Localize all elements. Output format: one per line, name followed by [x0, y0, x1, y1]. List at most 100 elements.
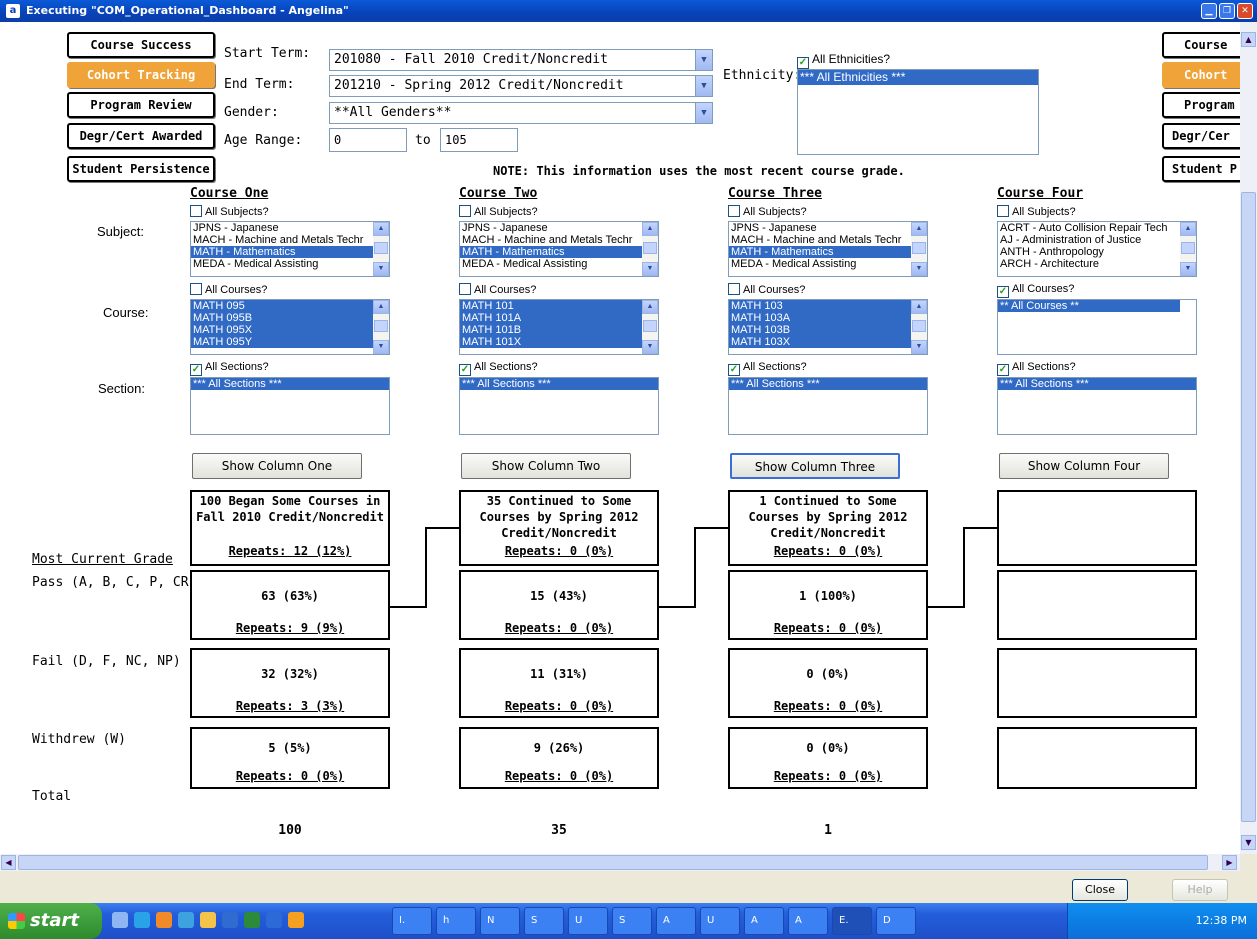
taskbar-item[interactable]: A — [656, 907, 696, 935]
show-column-button[interactable]: Show Column Four — [999, 453, 1169, 479]
scroll-down-arrow-icon[interactable]: ▼ — [373, 262, 389, 276]
course-option[interactable]: MATH 095Y — [191, 336, 373, 348]
scroll-up-arrow-icon[interactable]: ▲ — [373, 300, 389, 314]
course-option[interactable]: MATH 103B — [729, 324, 911, 336]
section-option[interactable]: *** All Sections *** — [729, 378, 927, 390]
app-icon[interactable] — [288, 912, 304, 928]
nav-right-student-persistence[interactable]: Student P — [1162, 156, 1240, 182]
nav-course-success[interactable]: Course Success — [67, 32, 215, 58]
scroll-up-arrow-icon[interactable]: ▲ — [911, 222, 927, 236]
subject-option[interactable]: JPNS - Japanese — [729, 222, 911, 234]
app-icon[interactable] — [244, 912, 260, 928]
desktop-icon[interactable] — [112, 912, 128, 928]
all-subjects-checkbox[interactable]: All Subjects? — [190, 205, 269, 218]
section-option[interactable]: *** All Sections *** — [191, 378, 389, 390]
checkbox-checked-icon[interactable]: ✓ — [997, 364, 1009, 376]
subject-option[interactable]: ACRT - Auto Collision Repair Tech — [998, 222, 1180, 234]
start-button[interactable]: start — [0, 903, 102, 939]
section-listbox[interactable]: *** All Sections *** — [190, 377, 390, 435]
horizontal-scrollbar[interactable]: ◀ ▶ — [0, 854, 1240, 871]
listbox-scrollbar[interactable]: ▲ ▼ — [911, 222, 927, 276]
scroll-up-arrow-icon[interactable]: ▲ — [642, 300, 658, 314]
all-sections-checkbox[interactable]: ✓ All Sections? — [190, 361, 269, 376]
minimize-button[interactable]: ▁ — [1201, 3, 1217, 19]
taskbar-item[interactable]: S — [612, 907, 652, 935]
scroll-thumb[interactable] — [912, 320, 926, 332]
scroll-thumb[interactable] — [374, 242, 388, 254]
all-sections-checkbox[interactable]: ✓ All Sections? — [728, 361, 807, 376]
section-listbox[interactable]: *** All Sections *** — [997, 377, 1197, 435]
course-listbox[interactable]: MATH 101 MATH 101A MATH 101B MATH 101X ▲ ▼ — [459, 299, 659, 355]
section-listbox[interactable]: *** All Sections *** — [728, 377, 928, 435]
nav-degr-cert-awarded[interactable]: Degr/Cert Awarded — [67, 123, 215, 149]
restore-button[interactable]: ❐ — [1219, 3, 1235, 19]
subject-listbox[interactable]: JPNS - Japanese MACH - Machine and Metals… — [728, 221, 928, 277]
help-button[interactable]: Help — [1172, 879, 1228, 901]
taskbar-item[interactable]: E. — [832, 907, 872, 935]
scroll-thumb[interactable] — [374, 320, 388, 332]
course-option[interactable]: MATH 103 — [729, 300, 911, 312]
all-courses-checkbox[interactable]: ✓ All Courses? — [997, 283, 1074, 298]
section-listbox[interactable]: *** All Sections *** — [459, 377, 659, 435]
ethnicity-option[interactable]: *** All Ethnicities *** — [798, 70, 1038, 85]
taskbar-item[interactable]: S — [524, 907, 564, 935]
all-subjects-checkbox[interactable]: All Subjects? — [459, 205, 538, 218]
all-sections-checkbox[interactable]: ✓ All Sections? — [459, 361, 538, 376]
course-option[interactable]: MATH 095B — [191, 312, 373, 324]
nav-right-degr-cert[interactable]: Degr/Cer — [1162, 123, 1240, 149]
scroll-down-arrow-icon[interactable]: ▼ — [642, 340, 658, 354]
all-subjects-checkbox[interactable]: All Subjects? — [997, 205, 1076, 218]
app-icon[interactable] — [222, 912, 238, 928]
taskbar-item[interactable]: U — [568, 907, 608, 935]
taskbar-item[interactable]: A — [788, 907, 828, 935]
nav-program-review[interactable]: Program Review — [67, 92, 215, 118]
subject-option[interactable]: MATH - Mathematics — [729, 246, 911, 258]
vertical-scrollbar[interactable]: ▲ ▼ — [1240, 22, 1257, 854]
subject-option[interactable]: ARCH - Architecture — [998, 258, 1180, 270]
course-option[interactable]: MATH 095 — [191, 300, 373, 312]
media-icon[interactable] — [178, 912, 194, 928]
course-listbox[interactable]: ** All Courses ** — [997, 299, 1197, 355]
taskbar-item[interactable]: U — [700, 907, 740, 935]
scroll-down-arrow-icon[interactable]: ▼ — [373, 340, 389, 354]
taskbar-item[interactable]: D — [876, 907, 916, 935]
start-term-select[interactable]: 201080 - Fall 2010 Credit/Noncredit ▼ — [329, 49, 713, 71]
listbox-scrollbar[interactable]: ▲ ▼ — [642, 300, 658, 354]
checkbox-checked-icon[interactable]: ✓ — [459, 364, 471, 376]
section-option[interactable]: *** All Sections *** — [460, 378, 658, 390]
course-option[interactable]: ** All Courses ** — [998, 300, 1180, 312]
subject-listbox[interactable]: JPNS - Japanese MACH - Machine and Metals… — [190, 221, 390, 277]
scroll-right-arrow-icon[interactable]: ▶ — [1222, 855, 1237, 870]
all-subjects-checkbox[interactable]: All Subjects? — [728, 205, 807, 218]
subject-option[interactable]: MATH - Mathematics — [460, 246, 642, 258]
nav-right-cohort[interactable]: Cohort — [1162, 62, 1240, 88]
subject-option[interactable]: MATH - Mathematics — [191, 246, 373, 258]
horizontal-scroll-thumb[interactable] — [18, 855, 1208, 870]
subject-option[interactable]: MEDA - Medical Assisting — [460, 258, 642, 270]
course-listbox[interactable]: MATH 095 MATH 095B MATH 095X MATH 095Y ▲ ▼ — [190, 299, 390, 355]
course-option[interactable]: MATH 101X — [460, 336, 642, 348]
ethnicity-listbox[interactable]: *** All Ethnicities *** — [797, 69, 1039, 155]
taskbar-item[interactable]: h — [436, 907, 476, 935]
section-option[interactable]: *** All Sections *** — [998, 378, 1196, 390]
course-option[interactable]: MATH 101B — [460, 324, 642, 336]
checkbox-checked-icon[interactable]: ✓ — [190, 364, 202, 376]
close-window-button[interactable]: ✕ — [1237, 3, 1253, 19]
checkbox-icon[interactable] — [728, 205, 740, 217]
ie-icon[interactable] — [134, 912, 150, 928]
checkbox-icon[interactable] — [459, 205, 471, 217]
checkbox-icon[interactable] — [190, 205, 202, 217]
subject-listbox[interactable]: JPNS - Japanese MACH - Machine and Metals… — [459, 221, 659, 277]
scroll-thumb[interactable] — [1181, 242, 1195, 254]
vertical-scroll-thumb[interactable] — [1241, 192, 1256, 822]
nav-cohort-tracking[interactable]: Cohort Tracking — [67, 62, 215, 88]
scroll-left-arrow-icon[interactable]: ◀ — [1, 855, 16, 870]
course-listbox[interactable]: MATH 103 MATH 103A MATH 103B MATH 103X ▲ ▼ — [728, 299, 928, 355]
nav-student-persistence[interactable]: Student Persistence — [67, 156, 215, 182]
scroll-down-arrow-icon[interactable]: ▼ — [1241, 835, 1256, 850]
checkbox-checked-icon[interactable]: ✓ — [728, 364, 740, 376]
checkbox-icon[interactable] — [997, 205, 1009, 217]
checkbox-checked-icon[interactable]: ✓ — [997, 286, 1009, 298]
scroll-down-arrow-icon[interactable]: ▼ — [911, 340, 927, 354]
subject-option[interactable]: MACH - Machine and Metals Techr — [191, 234, 373, 246]
